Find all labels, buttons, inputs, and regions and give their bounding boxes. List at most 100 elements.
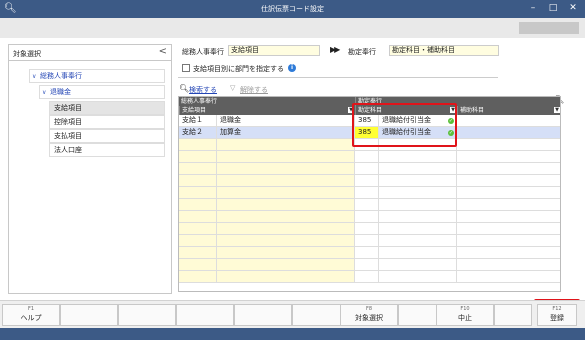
empty-cell[interactable] bbox=[355, 199, 379, 211]
empty-cell[interactable] bbox=[457, 271, 560, 283]
empty-cell[interactable] bbox=[457, 187, 560, 199]
minimize-icon[interactable]: – bbox=[527, 2, 539, 14]
empty-cell[interactable] bbox=[457, 235, 560, 247]
empty-cell[interactable] bbox=[457, 139, 560, 151]
f4-button[interactable] bbox=[176, 304, 234, 326]
empty-cell[interactable] bbox=[179, 259, 217, 271]
f10-cancel-button[interactable]: F10 中止 bbox=[436, 304, 494, 326]
tree-item-root[interactable]: ∨ 総務人事奉行 bbox=[29, 69, 165, 83]
tree-item-retirement[interactable]: ∨ 退職金 bbox=[39, 85, 165, 99]
empty-cell[interactable] bbox=[355, 235, 379, 247]
empty-cell[interactable] bbox=[179, 199, 217, 211]
column-header-sub-account[interactable]: 補助科目 ▼ bbox=[457, 106, 560, 115]
source-app-field[interactable]: 支給項目 bbox=[228, 45, 320, 56]
empty-cell[interactable] bbox=[379, 187, 457, 199]
f12-register-button[interactable]: F12 登録 bbox=[537, 304, 577, 326]
empty-cell[interactable] bbox=[179, 271, 217, 283]
chevron-down-icon[interactable]: ∨ bbox=[42, 86, 46, 99]
empty-cell[interactable] bbox=[217, 139, 355, 151]
chevron-down-icon[interactable]: ∨ bbox=[32, 70, 36, 83]
empty-cell[interactable] bbox=[355, 211, 379, 223]
empty-cell[interactable] bbox=[217, 187, 355, 199]
empty-cell[interactable] bbox=[217, 259, 355, 271]
f2-button[interactable] bbox=[60, 304, 118, 326]
empty-cell[interactable] bbox=[179, 175, 217, 187]
fkey-number: F10 bbox=[460, 306, 470, 312]
target-app-field[interactable]: 勘定科目・補助科目 bbox=[389, 45, 499, 56]
empty-cell[interactable] bbox=[379, 199, 457, 211]
cell-item-code[interactable]: 支給１ bbox=[179, 115, 217, 127]
column-header-label: 支給項目 bbox=[182, 107, 207, 114]
search-icon[interactable]: 🔍︎ bbox=[179, 84, 189, 93]
empty-cell[interactable] bbox=[379, 271, 457, 283]
empty-cell[interactable] bbox=[457, 151, 560, 163]
empty-cell[interactable] bbox=[179, 187, 217, 199]
empty-cell[interactable] bbox=[379, 259, 457, 271]
tree-item-label: 法人口座 bbox=[54, 146, 82, 154]
empty-cell[interactable] bbox=[355, 271, 379, 283]
empty-cell[interactable] bbox=[457, 247, 560, 259]
dropdown-icon[interactable]: ▼ bbox=[554, 107, 560, 113]
cell-sub-account[interactable] bbox=[457, 127, 560, 139]
tree-item-payment-items[interactable]: 支給項目 bbox=[49, 101, 165, 115]
f8-target-select-button[interactable]: F8 対象選択 bbox=[340, 304, 398, 326]
tree-item-payout-items[interactable]: 支払項目 bbox=[49, 129, 165, 143]
empty-cell[interactable] bbox=[379, 223, 457, 235]
info-icon[interactable]: i bbox=[288, 64, 296, 72]
empty-cell[interactable] bbox=[179, 247, 217, 259]
search-link[interactable]: 検索する bbox=[189, 85, 217, 95]
empty-cell[interactable] bbox=[217, 247, 355, 259]
empty-cell[interactable] bbox=[379, 235, 457, 247]
empty-cell[interactable] bbox=[217, 223, 355, 235]
empty-cell[interactable] bbox=[379, 175, 457, 187]
empty-cell[interactable] bbox=[457, 163, 560, 175]
close-icon[interactable]: ✕ bbox=[567, 2, 579, 14]
cell-item-code[interactable]: 支給２ bbox=[179, 127, 217, 139]
empty-cell[interactable] bbox=[179, 235, 217, 247]
empty-cell[interactable] bbox=[355, 259, 379, 271]
column-header-item[interactable]: 支給項目 ▼ bbox=[179, 106, 355, 115]
empty-cell[interactable] bbox=[457, 199, 560, 211]
empty-cell[interactable] bbox=[179, 163, 217, 175]
empty-cell[interactable] bbox=[355, 247, 379, 259]
empty-cell[interactable] bbox=[379, 163, 457, 175]
cell-item-name[interactable]: 退職金 bbox=[217, 115, 355, 127]
collapse-panel-icon[interactable]: < bbox=[159, 46, 167, 57]
empty-cell[interactable] bbox=[379, 211, 457, 223]
empty-cell[interactable] bbox=[217, 235, 355, 247]
empty-cell[interactable] bbox=[379, 247, 457, 259]
toolbar bbox=[0, 18, 585, 38]
empty-cell[interactable] bbox=[355, 223, 379, 235]
f11-button[interactable] bbox=[494, 304, 532, 326]
empty-cell[interactable] bbox=[457, 223, 560, 235]
empty-cell[interactable] bbox=[457, 211, 560, 223]
maximize-icon[interactable]: □ bbox=[547, 2, 559, 14]
f1-help-button[interactable]: F1 ヘルプ bbox=[2, 304, 60, 326]
fkey-label: 中止 bbox=[458, 314, 472, 322]
empty-cell[interactable] bbox=[179, 211, 217, 223]
empty-cell[interactable] bbox=[179, 151, 217, 163]
empty-cell[interactable] bbox=[355, 163, 379, 175]
tree-item-deduction-items[interactable]: 控除項目 bbox=[49, 115, 165, 129]
empty-cell[interactable] bbox=[355, 175, 379, 187]
empty-cell[interactable] bbox=[217, 211, 355, 223]
f5-button[interactable] bbox=[234, 304, 292, 326]
empty-cell[interactable] bbox=[179, 223, 217, 235]
empty-cell[interactable] bbox=[179, 139, 217, 151]
tree-item-corporate-account[interactable]: 法人口座 bbox=[49, 143, 165, 157]
empty-cell[interactable] bbox=[217, 271, 355, 283]
empty-cell[interactable] bbox=[217, 199, 355, 211]
empty-cell[interactable] bbox=[217, 163, 355, 175]
dept-checkbox[interactable] bbox=[182, 64, 190, 72]
empty-cell[interactable] bbox=[217, 151, 355, 163]
f3-button[interactable] bbox=[118, 304, 176, 326]
empty-cell[interactable] bbox=[457, 175, 560, 187]
empty-cell[interactable] bbox=[355, 151, 379, 163]
toolbar-placeholder bbox=[519, 22, 579, 34]
empty-cell[interactable] bbox=[217, 175, 355, 187]
empty-cell[interactable] bbox=[355, 187, 379, 199]
empty-cell[interactable] bbox=[379, 151, 457, 163]
cell-sub-account[interactable] bbox=[457, 115, 560, 127]
cell-item-name[interactable]: 加算金 bbox=[217, 127, 355, 139]
empty-cell[interactable] bbox=[457, 259, 560, 271]
